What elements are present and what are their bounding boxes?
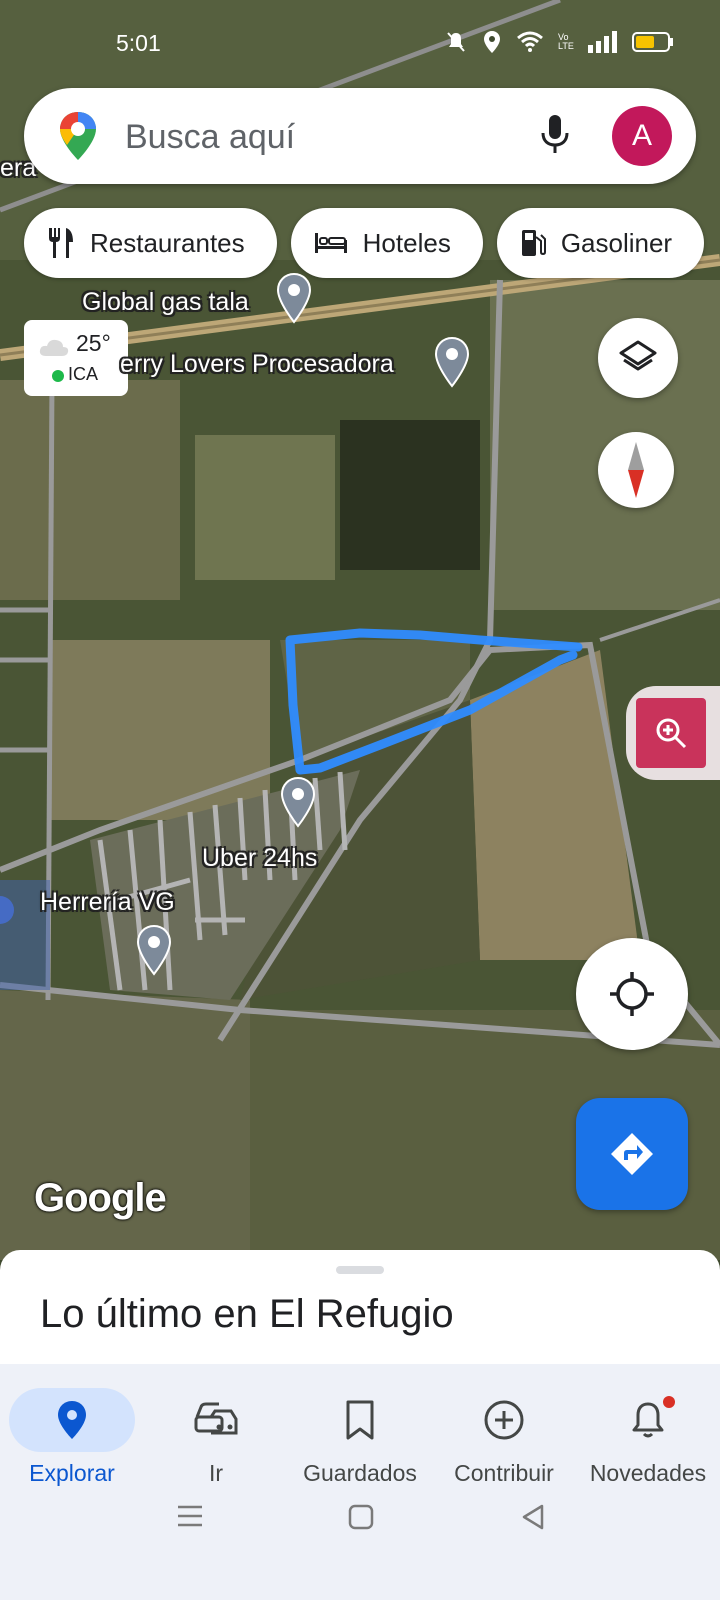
signal-icon bbox=[588, 31, 617, 53]
chip-label: Gasoliner bbox=[560, 227, 673, 258]
place-label[interactable]: Global gas tala bbox=[82, 288, 249, 317]
google-attribution: Google bbox=[34, 1176, 167, 1220]
directions-icon bbox=[611, 1133, 653, 1175]
my-location-button[interactable] bbox=[576, 938, 688, 1050]
bottom-navigation: Explorar Ir Guardados Contribuir Novedad… bbox=[0, 1364, 720, 1600]
account-avatar[interactable]: A bbox=[612, 106, 672, 166]
zoom-in-icon bbox=[656, 718, 687, 749]
nav-explore[interactable]: Explorar bbox=[2, 1388, 142, 1487]
status-icons: Vo LTE bbox=[444, 30, 674, 54]
bookmark-icon bbox=[346, 1400, 374, 1440]
nav-label: Ir bbox=[208, 1460, 224, 1486]
chip-restaurants[interactable]: Restaurantes bbox=[24, 208, 277, 278]
nav-icon-container bbox=[153, 1388, 279, 1452]
search-bar[interactable]: Busca aquí A bbox=[24, 88, 696, 184]
zoom-handle[interactable] bbox=[626, 686, 720, 780]
nav-saved[interactable]: Guardados bbox=[290, 1388, 430, 1487]
weather-widget[interactable]: 25° ICA bbox=[24, 320, 128, 396]
chip-hotels[interactable]: Hoteles bbox=[290, 208, 483, 278]
place-label[interactable]: Herrería VG bbox=[40, 888, 175, 917]
satellite-map[interactable]: era bbox=[0, 0, 720, 1260]
location-icon bbox=[484, 31, 500, 53]
crosshair-icon bbox=[610, 972, 654, 1016]
place-marker-icon[interactable] bbox=[136, 924, 172, 976]
search-placeholder[interactable]: Busca aquí bbox=[125, 118, 295, 157]
air-quality-label: ICA bbox=[68, 364, 99, 384]
weather-temperature: 25° bbox=[76, 330, 111, 356]
explore-pin-icon bbox=[58, 1401, 86, 1439]
bed-icon bbox=[314, 233, 347, 253]
compass-button[interactable] bbox=[598, 432, 674, 508]
compass-icon bbox=[628, 442, 644, 498]
commute-car-icon bbox=[194, 1402, 238, 1435]
add-circle-icon bbox=[484, 1400, 524, 1440]
fork-knife-icon bbox=[49, 228, 73, 258]
status-bar: 5:01 Vo LTE bbox=[0, 0, 720, 84]
back-icon[interactable] bbox=[520, 1504, 546, 1530]
chip-gas-stations[interactable]: Gasoliner bbox=[496, 208, 705, 278]
air-quality-indicator bbox=[52, 370, 64, 382]
nav-updates[interactable]: Novedades bbox=[578, 1388, 718, 1487]
nav-icon-container bbox=[9, 1388, 135, 1452]
zoom-button[interactable] bbox=[636, 698, 706, 768]
home-icon[interactable] bbox=[348, 1504, 374, 1530]
place-marker-icon[interactable] bbox=[280, 776, 316, 828]
nav-commute[interactable]: Ir bbox=[146, 1388, 286, 1487]
nav-label: Novedades bbox=[589, 1460, 707, 1486]
wifi-icon bbox=[517, 31, 543, 52]
notification-dot bbox=[663, 1396, 675, 1408]
battery-icon bbox=[632, 32, 673, 52]
bell-icon bbox=[632, 1402, 664, 1438]
nav-icon-container bbox=[441, 1388, 567, 1452]
mute-bell-icon bbox=[447, 32, 465, 52]
chip-label: Restaurantes bbox=[90, 227, 245, 258]
place-label[interactable]: erry Lovers Procesadora bbox=[120, 350, 394, 379]
nav-label: Explorar bbox=[29, 1460, 115, 1486]
nav-contribute[interactable]: Contribuir bbox=[434, 1388, 574, 1487]
gas-station-icon bbox=[521, 230, 546, 256]
volte-label: Vo LTE bbox=[558, 32, 574, 51]
google-maps-logo-icon bbox=[60, 112, 96, 160]
nav-label: Guardados bbox=[303, 1460, 417, 1486]
nav-icon-container bbox=[297, 1388, 423, 1452]
layers-button[interactable] bbox=[598, 318, 678, 398]
cloud-icon bbox=[39, 339, 69, 356]
category-chips: Restaurantes Hoteles Gasoliner bbox=[24, 208, 705, 278]
menu-icon[interactable] bbox=[176, 1504, 204, 1528]
status-time: 5:01 bbox=[116, 30, 161, 56]
bottom-sheet[interactable]: Lo último en El Refugio bbox=[0, 1250, 720, 1364]
place-label[interactable]: Uber 24hs bbox=[202, 844, 317, 873]
chip-label: Hoteles bbox=[362, 227, 451, 258]
directions-button[interactable] bbox=[576, 1098, 688, 1210]
layers-icon bbox=[619, 340, 657, 371]
sheet-drag-handle[interactable] bbox=[336, 1266, 384, 1274]
place-marker-icon[interactable] bbox=[276, 272, 312, 324]
nav-label: Contribuir bbox=[454, 1460, 554, 1486]
microphone-icon[interactable] bbox=[540, 113, 570, 157]
sheet-title: Lo último en El Refugio bbox=[40, 1292, 454, 1336]
nav-icon-container bbox=[585, 1388, 711, 1452]
place-marker-icon[interactable] bbox=[434, 336, 470, 388]
